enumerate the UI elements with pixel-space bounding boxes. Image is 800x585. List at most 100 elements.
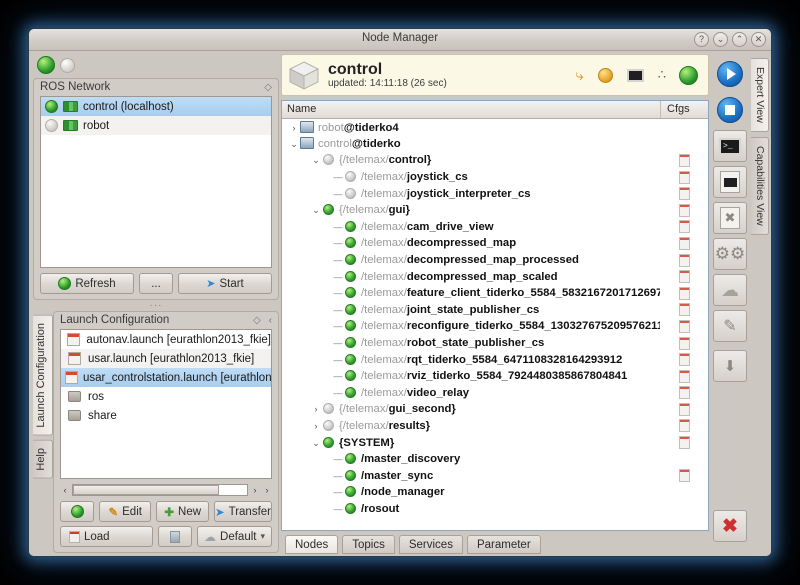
table-row[interactable]: —/telemax/joint_state_publisher_cs [282,302,708,319]
table-row[interactable]: —/telemax/rviz_tiderko_5584_792448038586… [282,368,708,385]
collapse-icon[interactable]: ⌄ [310,205,322,216]
list-item[interactable]: share [61,406,271,425]
new-button[interactable]: ✚ New [156,501,208,522]
table-row[interactable]: —/telemax/rqt_tiderko_5584_6471108328164… [282,351,708,368]
table-row[interactable]: —/master_discovery [282,451,708,468]
scroll-right-icon[interactable]: › [250,485,260,495]
more-options-button[interactable]: ... [139,273,173,294]
config-file-icon[interactable] [679,386,690,399]
cfgs-cell[interactable] [660,220,708,233]
status-idle-icon[interactable] [60,58,75,73]
config-file-icon[interactable] [679,171,690,184]
config-file-icon[interactable] [679,287,690,300]
tab-nodes[interactable]: Nodes [285,535,338,554]
collapse-icon[interactable]: ⌄ [288,139,300,150]
cfgs-cell[interactable] [660,254,708,267]
table-row[interactable]: —/master_sync [282,467,708,484]
table-row[interactable]: —/telemax/joystick_cs [282,169,708,186]
config-file-icon[interactable] [679,154,690,167]
cfgs-cell[interactable] [660,237,708,250]
float-panel-icon[interactable]: ◇ [264,82,272,93]
float-panel-icon[interactable]: ◇ [253,315,261,326]
config-file-icon[interactable] [679,237,690,250]
edit-config-button[interactable]: ☁ [713,274,747,306]
cfgs-cell[interactable] [660,171,708,184]
cfgs-cell[interactable] [660,419,708,432]
start-button[interactable]: ➤ Start [178,273,272,294]
config-file-icon[interactable] [679,254,690,267]
launch-config-hscrollbar[interactable]: ‹ › › [60,483,272,496]
config-file-icon[interactable] [679,204,690,217]
table-row[interactable]: ›{/telemax/gui_second} [282,401,708,418]
launch-config-list[interactable]: autonav.launch [eurathlon2013_fkie] usar… [60,329,272,479]
expand-icon[interactable]: › [310,404,322,414]
tab-services[interactable]: Services [399,535,463,554]
clock-icon[interactable] [598,68,613,83]
config-file-icon[interactable] [679,436,690,449]
config-file-icon[interactable] [679,353,690,366]
table-row[interactable]: ⌄{/telemax/gui} [282,202,708,219]
chevron-down-icon[interactable]: ▾ [260,531,265,542]
list-item[interactable]: usar_controlstation.launch [eurathlon201 [61,368,271,387]
list-item[interactable]: ros [61,387,271,406]
window-titlebar[interactable]: Node Manager ? ⌄ ⌃ ✕ [29,29,771,51]
refresh-button[interactable]: Refresh [40,273,134,294]
start-node-button[interactable] [713,58,747,90]
show-log-button[interactable] [713,166,747,198]
list-item[interactable]: control (localhost) [41,97,271,116]
cfgs-cell[interactable] [660,320,708,333]
tab-launch-configuration[interactable]: Launch Configuration [33,315,53,436]
table-row[interactable]: —/telemax/cam_drive_view [282,219,708,236]
profile-select[interactable]: ☁ Default ▾ [197,526,272,547]
cfgs-cell[interactable] [660,469,708,482]
edit-button[interactable]: ✎ Edit [99,501,151,522]
tree-body[interactable]: ›robot@tiderko4⌄control@tiderko⌄{/telema… [282,119,708,530]
table-row[interactable]: ⌄{/telemax/control} [282,152,708,169]
stop-node-button[interactable] [713,94,747,126]
list-item[interactable]: usar.launch [eurathlon2013_fkie] [61,349,271,368]
cfgs-cell[interactable] [660,154,708,167]
config-file-icon[interactable] [679,419,690,432]
cfgs-cell[interactable] [660,287,708,300]
ros-network-list[interactable]: control (localhost) robot [40,96,272,268]
cfgs-cell[interactable] [660,204,708,217]
tab-parameter[interactable]: Parameter [467,535,541,554]
open-terminal-button[interactable]: >_ [713,130,747,162]
collapse-icon[interactable]: ⌄ [310,438,322,449]
chevron-left-icon[interactable]: ‹ [269,315,272,326]
nodes-tree[interactable]: Name Cfgs ›robot@tiderko4⌄control@tiderk… [281,100,709,531]
config-file-icon[interactable] [679,187,690,200]
column-header-cfgs[interactable]: Cfgs [660,101,708,118]
run-orange-icon[interactable]: ⤷ [575,67,583,84]
transfer-button[interactable]: ➤ Transfer [214,501,272,522]
cfgs-cell[interactable] [660,403,708,416]
dynamic-reconfigure-button[interactable]: ⚙⚙ [713,238,747,270]
config-file-icon[interactable] [679,220,690,233]
scroll-thumb[interactable] [73,485,219,495]
reload-config-button[interactable] [60,501,94,522]
table-row[interactable]: —/telemax/decompressed_map_processed [282,252,708,269]
cfgs-cell[interactable] [660,187,708,200]
scroll-end-icon[interactable]: › [262,485,272,495]
cfgs-cell[interactable] [660,353,708,366]
table-row[interactable]: ›{/telemax/results} [282,418,708,435]
config-file-icon[interactable] [679,270,690,283]
table-row[interactable]: —/telemax/decompressed_map [282,235,708,252]
config-file-icon[interactable] [679,303,690,316]
list-item[interactable]: robot [41,116,271,135]
table-row[interactable]: —/node_manager [282,484,708,501]
list-item[interactable]: autonav.launch [eurathlon2013_fkie] [61,330,271,349]
cfgs-cell[interactable] [660,386,708,399]
table-row[interactable]: ⌄control@tiderko [282,136,708,153]
table-row[interactable]: —/rosout [282,501,708,518]
window-minimize-button[interactable]: ⌄ [713,32,728,47]
terminal-icon[interactable] [627,69,644,82]
network-graph-icon[interactable]: ∴ [658,67,665,83]
table-row[interactable]: ⌄{SYSTEM} [282,434,708,451]
save-file-button[interactable]: ⬇ [713,350,747,382]
load-button[interactable]: Load [60,526,153,547]
cfgs-cell[interactable] [660,337,708,350]
column-header-name[interactable]: Name [282,101,660,118]
config-file-icon[interactable] [679,370,690,383]
scroll-left-icon[interactable]: ‹ [60,485,70,495]
